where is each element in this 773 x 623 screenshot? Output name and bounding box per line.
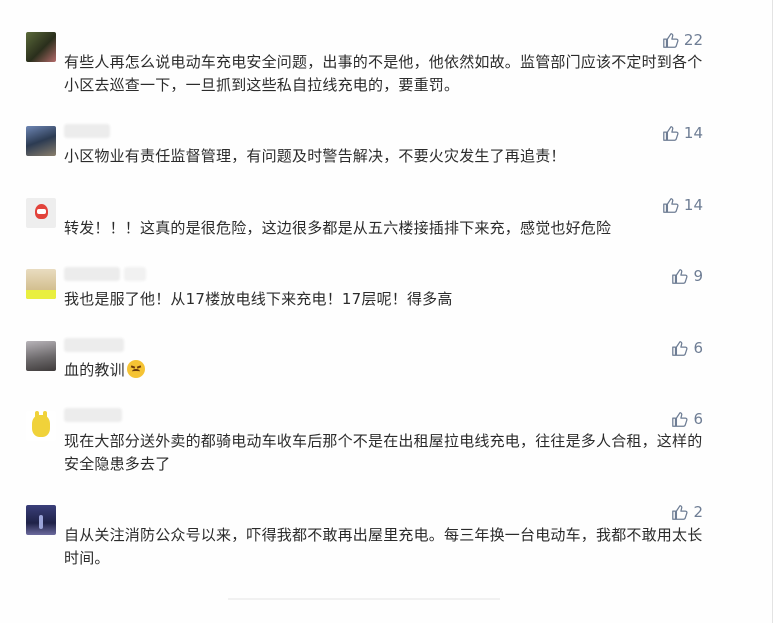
comment-list: 有些人再怎么说电动车充电安全问题，出事的不是他，他依然如故。监管部门应该不定时到… (0, 0, 773, 623)
comment-text: 自从关注消防公众号以来，吓得我都不敢再出屋里充电。每三年换一台电动车，我都不敢用… (64, 526, 703, 567)
like-count: 6 (693, 410, 703, 428)
thumbs-up-icon (663, 198, 679, 213)
angry-face-emoji (126, 360, 145, 378)
like-button[interactable]: 6 (671, 339, 703, 357)
like-button[interactable]: 9 (671, 267, 703, 285)
user-name-redacted (64, 408, 122, 422)
like-button[interactable]: 14 (662, 196, 703, 214)
user-name-redacted (64, 267, 120, 281)
thumbs-up-icon (672, 412, 689, 427)
like-button[interactable]: 6 (671, 410, 703, 428)
comment-text: 有些人再怎么说电动车充电安全问题，出事的不是他，他依然如故。监管部门应该不定时到… (64, 53, 703, 94)
like-count: 14 (683, 124, 703, 142)
avatar-shirt (26, 290, 56, 299)
thumbs-up-icon (672, 269, 689, 284)
avatar-figure-ear (35, 411, 39, 419)
user-name-redacted (64, 124, 110, 138)
like-count: 2 (693, 503, 703, 521)
comment-text: 我也是服了他！从17楼放电线下来充电！17层呢！得多高 (64, 290, 453, 308)
like-count: 6 (693, 339, 703, 357)
avatar[interactable] (26, 32, 56, 62)
like-button[interactable]: 22 (662, 31, 703, 49)
comment-text: 现在大部分送外卖的都骑电动车收车后那个不是在出租屋拉电线充电，往往是多人合租，这… (64, 432, 703, 473)
avatar[interactable] (26, 341, 56, 371)
like-count: 22 (683, 31, 703, 49)
comment-text: 血的教训 (64, 359, 704, 382)
comment-text-content: 血的教训 (64, 361, 125, 379)
avatar-figure-ear (43, 411, 47, 419)
thumbs-up-icon (663, 126, 679, 141)
avatar[interactable] (26, 269, 56, 299)
user-name-redacted (64, 338, 124, 352)
avatar[interactable] (26, 411, 56, 441)
user-badge-redacted (124, 267, 146, 281)
like-count: 14 (683, 196, 703, 214)
thumbs-up-icon (672, 505, 689, 520)
like-count: 9 (693, 267, 703, 285)
avatar[interactable] (26, 126, 56, 156)
like-button[interactable]: 14 (662, 124, 703, 142)
avatar[interactable] (26, 505, 56, 535)
avatar-figure-face (37, 209, 46, 214)
thumbs-up-icon (663, 33, 679, 48)
thumbs-up-icon (672, 341, 689, 356)
comment-text: 小区物业有责任监督管理，有问题及时警告解决，不要火灾发生了再追责！ (64, 147, 566, 165)
avatar[interactable] (26, 198, 56, 228)
comment-text: 转发！！！这真的是很危险，这边很多都是从五六楼接插排下来充，感觉也好危险 (64, 219, 612, 237)
bottom-divider (228, 598, 500, 600)
avatar-figure (39, 515, 43, 529)
like-button[interactable]: 2 (671, 503, 703, 521)
